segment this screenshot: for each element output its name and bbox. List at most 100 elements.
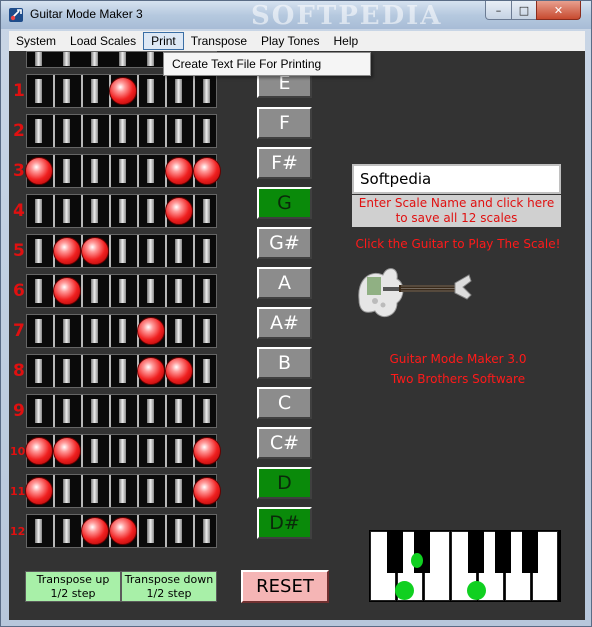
scale-note-dot[interactable]	[165, 157, 193, 185]
scale-note-dot[interactable]	[81, 237, 109, 265]
scale-note-dot[interactable]	[137, 357, 165, 385]
scale-note-dot[interactable]	[25, 157, 53, 185]
close-button[interactable]: ✕	[536, 1, 581, 20]
fret-wire	[165, 75, 167, 107]
fret-wire	[193, 315, 195, 347]
note-button-f[interactable]: F	[257, 107, 312, 139]
fret-row[interactable]	[26, 354, 217, 388]
fret-row[interactable]	[25, 154, 221, 188]
guitar-string	[175, 79, 182, 103]
note-button-a[interactable]: A	[257, 267, 312, 299]
fret-row[interactable]	[26, 234, 217, 268]
fret-row[interactable]	[25, 474, 221, 508]
piano-black-key[interactable]	[495, 531, 511, 573]
fret-number-label: 11	[10, 485, 26, 498]
note-button-f-sharp[interactable]: F#	[257, 147, 312, 179]
scale-note-dot[interactable]	[165, 357, 193, 385]
guitar-image[interactable]	[353, 251, 473, 331]
transpose-down-line1: Transpose down	[124, 573, 214, 586]
piano-black-key[interactable]	[522, 531, 538, 573]
fret-row[interactable]	[26, 114, 217, 148]
note-button-g[interactable]: G	[257, 187, 312, 219]
transpose-down-button[interactable]: Transpose down 1/2 step	[121, 571, 217, 602]
scale-note-dot[interactable]	[53, 277, 81, 305]
guitar-string	[91, 439, 98, 463]
guitar-string	[91, 479, 98, 503]
guitar-string	[35, 519, 42, 543]
guitar-string	[147, 159, 154, 183]
guitar-app-icon	[9, 8, 23, 22]
fret-wire	[137, 195, 139, 227]
scale-note-dot[interactable]	[25, 437, 53, 465]
fret-number-label: 8	[13, 361, 25, 381]
fret-row[interactable]	[26, 514, 217, 548]
note-button-d-sharp[interactable]: D#	[257, 507, 312, 539]
fret-wire	[53, 315, 55, 347]
guitar-string	[63, 79, 70, 103]
guitar-string	[203, 79, 210, 103]
save-scales-line1: Enter Scale Name and click here	[358, 196, 555, 210]
scale-name-input[interactable]: Softpedia	[352, 164, 561, 194]
menu-help[interactable]: Help	[326, 32, 365, 50]
save-scales-line2: to save all 12 scales	[395, 211, 518, 225]
fret-wire	[193, 75, 195, 107]
scale-note-dot[interactable]	[25, 477, 53, 505]
guitar-string	[119, 319, 126, 343]
scale-note-dot[interactable]	[137, 317, 165, 345]
guitar-string	[203, 239, 210, 263]
scale-note-dot[interactable]	[109, 517, 137, 545]
scale-note-dot[interactable]	[193, 157, 221, 185]
guitar-string	[203, 519, 210, 543]
scale-note-dot[interactable]	[81, 517, 109, 545]
transpose-up-button[interactable]: Transpose up 1/2 step	[25, 571, 121, 602]
piano-black-key[interactable]	[468, 531, 484, 573]
fret-wire	[81, 355, 83, 387]
guitar-string	[175, 479, 182, 503]
fret-row[interactable]	[26, 74, 217, 108]
scale-note-dot[interactable]	[53, 237, 81, 265]
fret-wire	[109, 275, 111, 307]
fret-wire	[165, 515, 167, 547]
fret-row[interactable]	[26, 274, 217, 308]
guitar-string	[175, 439, 182, 463]
fret-wire	[109, 475, 111, 507]
fret-number-label: 6	[13, 281, 25, 301]
reset-button[interactable]: RESET	[241, 570, 329, 603]
fret-row[interactable]	[26, 194, 217, 228]
scale-note-dot[interactable]	[109, 77, 137, 105]
fret-wire	[137, 475, 139, 507]
menu-load-scales[interactable]: Load Scales	[63, 32, 143, 50]
piano-keyboard[interactable]	[369, 530, 561, 602]
fret-wire	[109, 235, 111, 267]
note-button-b[interactable]: B	[257, 347, 312, 379]
guitar-string	[175, 119, 182, 143]
fret-row[interactable]	[25, 434, 221, 468]
minimize-button[interactable]: –	[485, 1, 512, 20]
note-button-c[interactable]: C	[257, 387, 312, 419]
note-button-a-sharp[interactable]: A#	[257, 307, 312, 339]
fret-wire	[165, 475, 167, 507]
scale-note-dot[interactable]	[165, 197, 193, 225]
note-button-g-sharp[interactable]: G#	[257, 227, 312, 259]
fret-number-label: 12	[10, 525, 26, 538]
menu-system[interactable]: System	[9, 32, 63, 50]
scale-note-dot[interactable]	[53, 437, 81, 465]
piano-black-key[interactable]	[387, 531, 403, 573]
title-bar[interactable]: Guitar Mode Maker 3 SOFTPEDIA – □ ✕	[1, 1, 591, 31]
menu-play-tones[interactable]: Play Tones	[254, 32, 326, 50]
fret-number-label: 4	[13, 201, 25, 221]
menu-transpose[interactable]: Transpose	[184, 32, 254, 50]
fret-wire	[193, 195, 195, 227]
fret-row[interactable]	[26, 394, 217, 428]
fret-row[interactable]	[26, 314, 217, 348]
maximize-button[interactable]: □	[511, 1, 537, 20]
save-scales-button[interactable]: Enter Scale Name and click here to save …	[352, 195, 561, 227]
note-button-c-sharp[interactable]: C#	[257, 427, 312, 459]
guitar-string	[35, 279, 42, 303]
scale-note-dot[interactable]	[193, 437, 221, 465]
menu-print[interactable]: Print	[143, 32, 184, 50]
scale-note-dot[interactable]	[193, 477, 221, 505]
print-dropdown-item[interactable]: Create Text File For Printing	[163, 52, 371, 76]
note-button-d[interactable]: D	[257, 467, 312, 499]
fret-number-label: 7	[13, 321, 25, 341]
